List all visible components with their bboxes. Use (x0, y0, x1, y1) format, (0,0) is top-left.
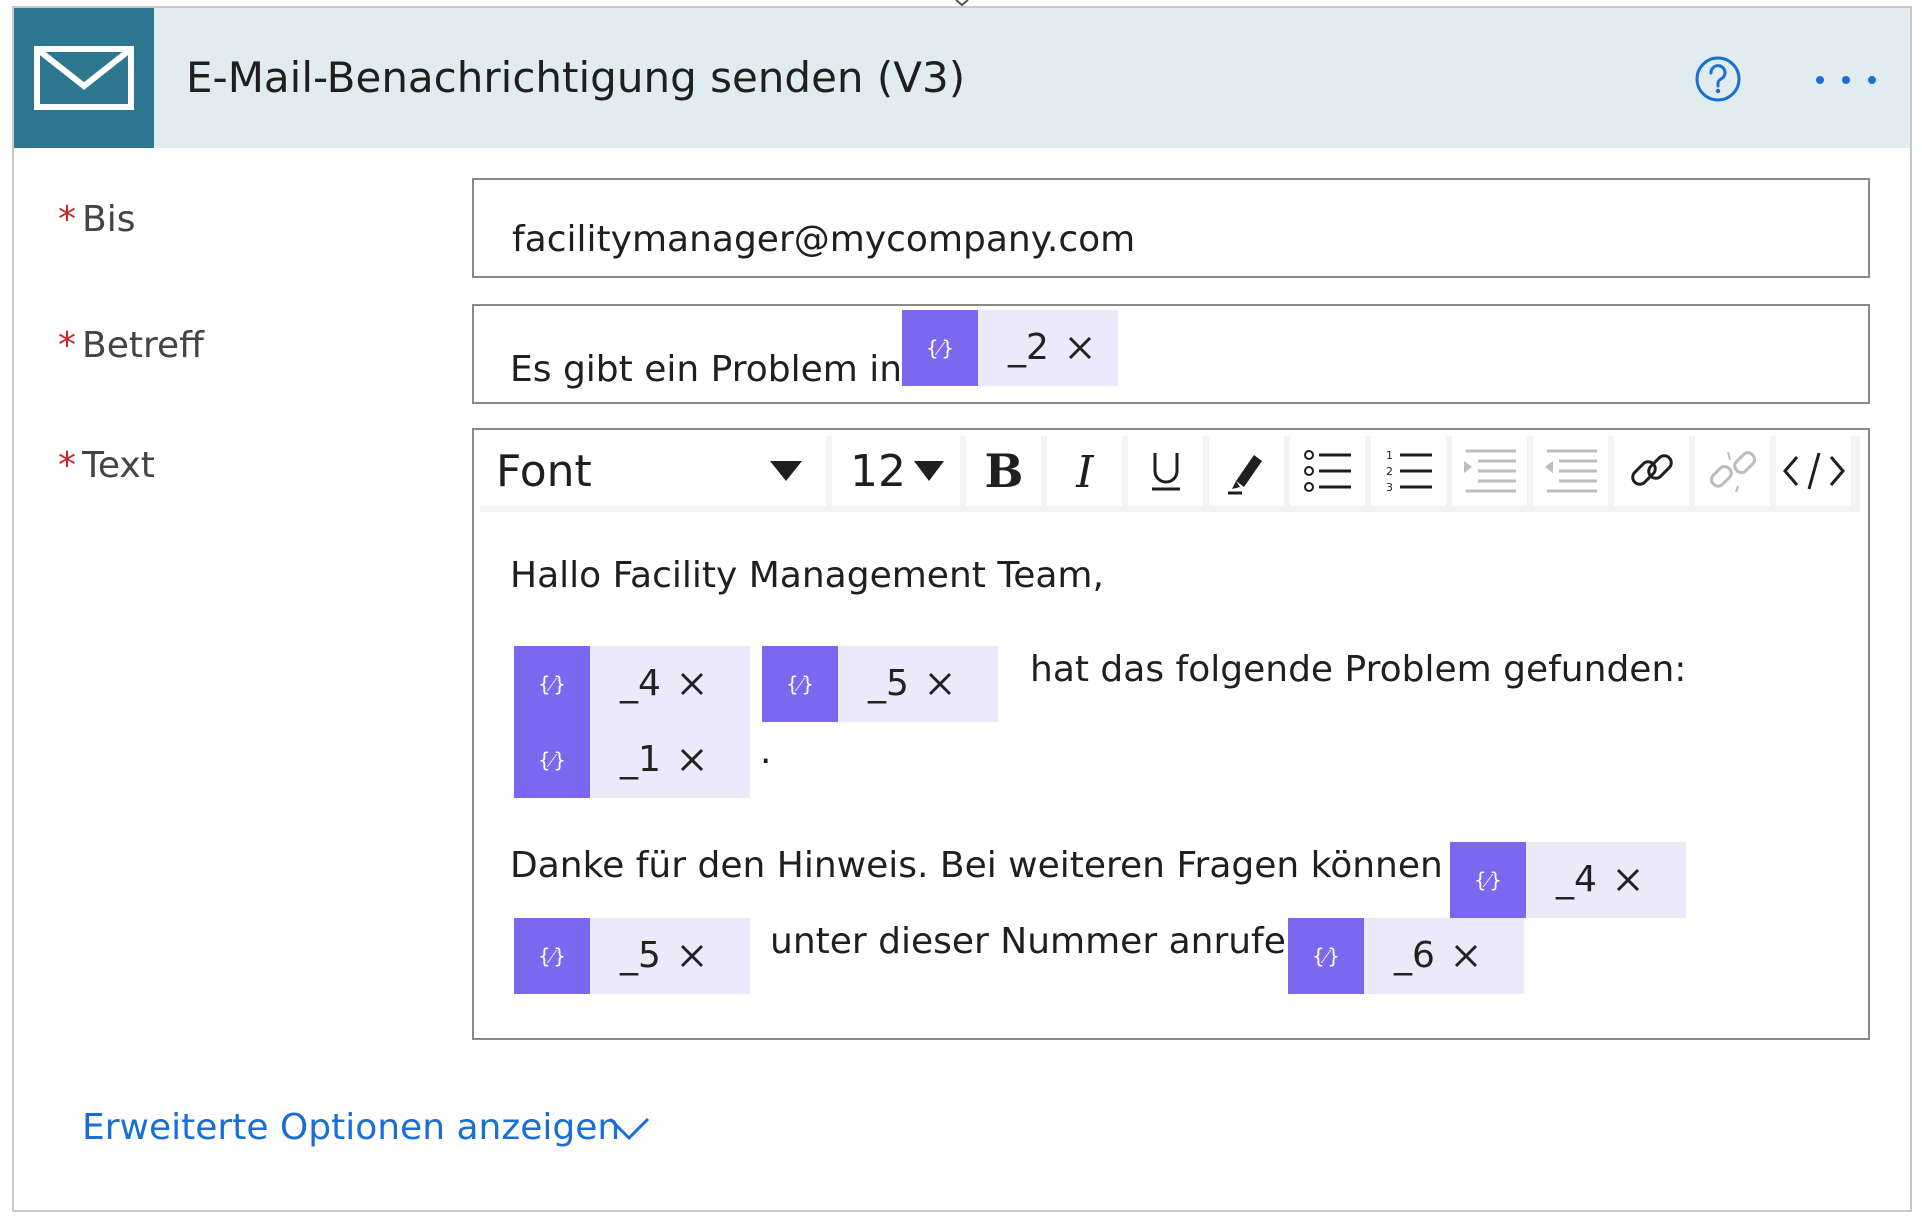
svg-text:{⁄}: {⁄} (1474, 868, 1501, 892)
svg-text:{⁄}: {⁄} (538, 944, 565, 968)
required-marker: * (58, 199, 76, 240)
code-view-button[interactable] (1776, 436, 1851, 506)
svg-text:3: 3 (1386, 481, 1393, 494)
bullet-list-button[interactable] (1290, 436, 1365, 506)
bold-button[interactable]: B (966, 436, 1041, 506)
caret-down-icon (770, 461, 802, 481)
remove-token-icon[interactable] (909, 646, 971, 722)
dynamic-token[interactable]: {⁄} _4 (1450, 842, 1686, 918)
highlight-button[interactable] (1209, 436, 1284, 506)
numbered-list-button[interactable]: 1 2 3 (1371, 436, 1446, 506)
subject-text: Es gibt ein Problem in (510, 349, 903, 390)
action-title: E-Mail-Benachrichtigung senden (V3) (186, 53, 966, 102)
svg-text:{⁄}: {⁄} (1312, 944, 1339, 968)
svg-text:B: B (984, 447, 1023, 495)
underline-icon (1151, 453, 1180, 491)
link-button[interactable] (1614, 436, 1689, 506)
action-card: E-Mail-Benachrichtigung senden (V3) * Bis… (12, 6, 1912, 1212)
to-input[interactable]: facilitymanager@mycompany.com (472, 178, 1870, 278)
italic-icon: I (1075, 447, 1095, 495)
body-line-text: hat das folgende Problem gefunden: (1030, 649, 1687, 690)
more-options-icon[interactable] (1812, 68, 1880, 92)
body-editor[interactable]: Font 12 B I 123 Hallo Facility Managemen… (472, 428, 1870, 1040)
dynamic-token[interactable]: {⁄} _5 (762, 646, 998, 722)
remove-token-icon[interactable] (1049, 310, 1111, 386)
code-view-icon (1782, 452, 1845, 490)
svg-text:{⁄}: {⁄} (926, 336, 953, 360)
remove-token-icon[interactable] (661, 722, 723, 798)
indent-button[interactable] (1452, 436, 1527, 506)
expression-icon: {⁄} (1288, 918, 1364, 994)
svg-text:{⁄}: {⁄} (538, 672, 565, 696)
dynamic-token[interactable]: {⁄} _2 (902, 310, 1118, 386)
svg-text:{⁄}: {⁄} (786, 672, 813, 696)
indent-icon (1463, 449, 1516, 493)
to-value: facilitymanager@mycompany.com (512, 219, 1136, 260)
link-icon (1630, 454, 1673, 486)
remove-token-icon[interactable] (1597, 842, 1659, 918)
unlink-button[interactable] (1695, 436, 1770, 506)
period-text: . (760, 731, 772, 772)
font-dropdown[interactable]: Font (480, 436, 826, 506)
expression-icon: {⁄} (1450, 842, 1526, 918)
italic-button[interactable]: I (1047, 436, 1122, 506)
expression-icon: {⁄} (762, 646, 838, 722)
dynamic-token[interactable]: {⁄} _6 (1288, 918, 1524, 994)
required-marker: * (58, 445, 76, 486)
highlight-icon (1227, 455, 1262, 495)
svg-text:I: I (1075, 447, 1095, 495)
bold-icon: B (984, 447, 1023, 495)
caret-down-icon (914, 461, 944, 481)
mail-icon (14, 8, 154, 148)
svg-text:2: 2 (1386, 465, 1393, 478)
dynamic-token[interactable]: {⁄} _5 (514, 918, 750, 994)
rich-text-toolbar: Font 12 B I 123 (480, 436, 1860, 512)
help-icon[interactable] (1694, 55, 1742, 103)
body-label: * Text (58, 445, 155, 486)
unlink-icon (1709, 451, 1756, 493)
show-advanced-options-link[interactable]: Erweiterte Optionen anzeigen (82, 1106, 620, 1150)
remove-token-icon[interactable] (661, 646, 723, 722)
remove-token-icon[interactable] (1435, 918, 1497, 994)
greeting-text: Hallo Facility Management Team, (510, 555, 1104, 596)
body-line-text: unter dieser Nummer anrufen: (770, 921, 1321, 962)
chevron-down-icon[interactable] (608, 1116, 650, 1142)
dynamic-token[interactable]: {⁄} _4 (514, 646, 750, 722)
font-size-dropdown[interactable]: 12 (832, 436, 960, 506)
svg-text:1: 1 (1386, 449, 1393, 462)
body-line-text: Danke für den Hinweis. Bei weiteren Frag… (510, 845, 1510, 886)
subject-input[interactable]: Es gibt ein Problem in {⁄} _2 (472, 304, 1870, 404)
subject-label: * Betreff (58, 325, 204, 366)
dynamic-token[interactable]: {⁄} _1 (514, 722, 750, 798)
svg-text:{⁄}: {⁄} (538, 748, 565, 772)
to-label: * Bis (58, 199, 136, 240)
expression-icon: {⁄} (514, 722, 590, 798)
expression-icon: {⁄} (902, 310, 978, 386)
bullet-list-icon (1303, 450, 1351, 492)
required-marker: * (58, 325, 76, 366)
outdent-button[interactable] (1533, 436, 1608, 506)
numbered-list-icon: 1 2 3 (1386, 449, 1432, 494)
expression-icon: {⁄} (514, 646, 590, 722)
remove-token-icon[interactable] (661, 918, 723, 994)
expression-icon: {⁄} (514, 918, 590, 994)
underline-button[interactable] (1128, 436, 1203, 506)
action-header[interactable]: E-Mail-Benachrichtigung senden (V3) (14, 8, 1910, 148)
outdent-icon (1544, 449, 1597, 493)
